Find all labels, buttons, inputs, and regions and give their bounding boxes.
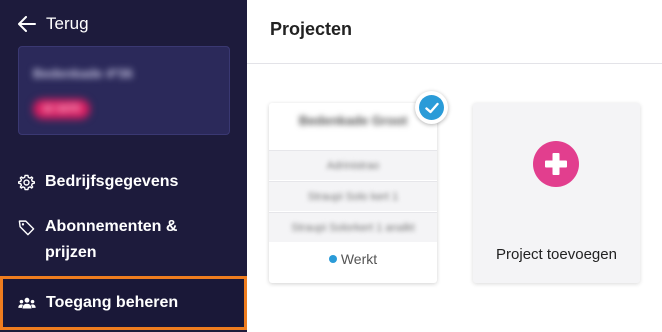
sidebar-item-bedrijfsgegevens[interactable]: Bedrijfsgegevens — [0, 169, 247, 195]
project-row: Straupi Solorkert 1 analkt — [269, 212, 437, 242]
plus-icon — [533, 141, 579, 187]
selected-check-badge — [415, 91, 448, 124]
project-row: Adrinistrao — [269, 150, 437, 180]
sidebar-item-label-line2: prijzen — [45, 244, 97, 261]
company-badge: Id 3470 — [33, 99, 91, 119]
status-dot — [328, 255, 337, 263]
page-title: Projecten — [270, 19, 353, 39]
arrow-left-icon — [18, 16, 36, 32]
sidebar-item-label: Abonnementen & prijzen — [45, 214, 177, 266]
project-row-text: Straupi Solorkert 1 analkt — [291, 222, 415, 234]
add-project-card[interactable]: Project toevoegen — [473, 103, 640, 283]
sidebar-item-label: Toegang beheren — [46, 294, 179, 311]
project-row-text: Straupi Solo kert 1 — [307, 191, 399, 203]
users-icon — [18, 297, 36, 309]
sidebar-item-label-line1: Abonnementen & — [45, 218, 178, 235]
back-button[interactable]: Terug — [18, 12, 89, 36]
page-header: Projecten — [247, 0, 662, 64]
company-card[interactable]: Bedenkade 4*36 Id 3470 — [18, 46, 230, 135]
status-label: Werkt — [340, 251, 378, 267]
project-card[interactable]: Bedenkade Groot Adrinistrao Straupi Solo… — [269, 103, 437, 283]
sidebar: Terug Bedenkade 4*36 Id 3470 Bedrijfsgeg… — [0, 0, 247, 332]
back-label: Terug — [46, 14, 89, 33]
sidebar-item-abonnementen[interactable]: Abonnementen & prijzen — [0, 214, 247, 266]
gear-icon — [18, 174, 35, 191]
sidebar-item-label: Bedrijfsgegevens — [45, 173, 179, 190]
project-row-text: Adrinistrao — [326, 160, 380, 172]
sidebar-item-toegang-beheren[interactable]: Toegang beheren — [0, 276, 247, 330]
tag-icon — [18, 220, 35, 236]
project-status: Werkt — [269, 251, 437, 267]
check-icon — [419, 95, 444, 120]
add-project-label: Project toevoegen — [496, 246, 617, 263]
project-title: Bedenkade Groot — [298, 113, 408, 128]
project-row: Straupi Solo kert 1 — [269, 181, 437, 211]
company-name: Bedenkade 4*36 — [33, 66, 133, 81]
